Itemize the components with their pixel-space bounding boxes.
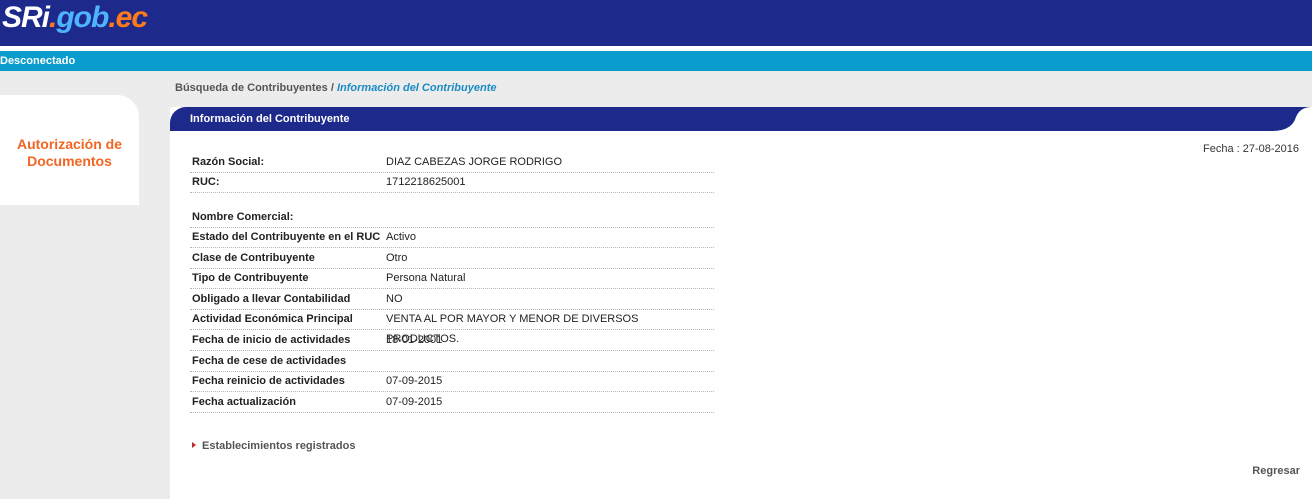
- info-row-ruc: RUC: 1712218625001: [190, 172, 714, 193]
- panel-title: Información del Contribuyente: [190, 113, 350, 125]
- row-label: Fecha actualización: [192, 396, 296, 408]
- top-header-bar: SRi.gob.ec: [0, 0, 1312, 46]
- breadcrumb: Búsqueda de Contribuyentes / Información…: [175, 81, 496, 95]
- info-row-clase: Clase de Contribuyente Otro: [190, 248, 714, 269]
- row-label: Fecha de cese de actividades: [192, 355, 347, 367]
- info-row-tipo: Tipo de Contribuyente Persona Natural: [190, 268, 714, 289]
- row-value: Otro: [386, 252, 408, 264]
- row-value: Persona Natural: [386, 272, 466, 284]
- contribuyente-panel: Información del Contribuyente Fecha : 27…: [170, 107, 1312, 499]
- breadcrumb-separator: /: [327, 82, 337, 94]
- row-label: RUC:: [192, 176, 220, 188]
- sri-logo[interactable]: SRi.gob.ec: [2, 0, 148, 40]
- row-value: 18-01-2001: [386, 334, 443, 346]
- info-row-fecha-inicio: Fecha de inicio de actividades 18-01-200…: [190, 330, 714, 351]
- logo-sri-text: SRi: [2, 1, 50, 34]
- regresar-link[interactable]: Regresar: [1252, 464, 1300, 478]
- row-value: Activo: [386, 231, 416, 243]
- row-label: Tipo de Contribuyente: [192, 272, 309, 284]
- sidebar-menu-card: Autorización de Documentos: [0, 95, 139, 205]
- triangle-right-icon: [192, 442, 196, 448]
- fecha-label: Fecha : 27-08-2016: [1202, 143, 1299, 155]
- row-label: Clase de Contribuyente: [192, 252, 315, 264]
- row-label: Fecha reinicio de actividades: [192, 375, 345, 387]
- info-row-fecha-reinicio: Fecha reinicio de actividades 07-09-2015: [190, 371, 714, 392]
- info-row-razon-social: Razón Social: DIAZ CABEZAS JORGE RODRIGO: [190, 152, 714, 173]
- row-value: DIAZ CABEZAS JORGE RODRIGO: [386, 156, 563, 168]
- row-value: 1712218625001: [386, 176, 466, 188]
- connection-status: Desconectado: [0, 55, 76, 67]
- logo-ec-text: .ec: [108, 1, 148, 34]
- status-bar: Desconectado: [0, 51, 1312, 71]
- info-row-fecha-actualizacion: Fecha actualización 07-09-2015: [190, 392, 714, 413]
- row-label: Razón Social:: [192, 156, 265, 168]
- breadcrumb-parent-link[interactable]: Búsqueda de Contribuyentes: [175, 82, 328, 94]
- row-value: NO: [386, 293, 403, 305]
- info-row-actividad-economica: Actividad Económica Principal VENTA AL P…: [190, 309, 714, 345]
- row-label: Nombre Comercial:: [192, 211, 294, 223]
- row-label: Fecha de inicio de actividades: [192, 334, 351, 346]
- breadcrumb-current: Información del Contribuyente: [336, 82, 497, 94]
- row-value: 07-09-2015: [386, 396, 443, 408]
- row-label: Estado del Contribuyente en el RUC: [192, 231, 381, 243]
- info-row-fecha-cese: Fecha de cese de actividades: [190, 351, 714, 372]
- panel-header-curve: [1272, 107, 1312, 131]
- info-row-obligado-contabilidad: Obligado a llevar Contabilidad NO: [190, 289, 714, 310]
- establecimientos-link[interactable]: Establecimientos registrados: [192, 439, 355, 453]
- sidebar-item-autorizacion-documentos[interactable]: Autorización de Documentos: [0, 136, 139, 170]
- establecimientos-label: Establecimientos registrados: [202, 440, 356, 452]
- info-row-estado: Estado del Contribuyente en el RUC Activ…: [190, 227, 714, 248]
- info-row-nombre-comercial: Nombre Comercial:: [190, 207, 714, 228]
- panel-header: Información del Contribuyente: [170, 107, 1312, 131]
- logo-gob-text: gob: [56, 1, 109, 34]
- row-label: Actividad Económica Principal: [192, 313, 353, 325]
- row-label: Obligado a llevar Contabilidad: [192, 293, 351, 305]
- row-value: 07-09-2015: [386, 375, 443, 387]
